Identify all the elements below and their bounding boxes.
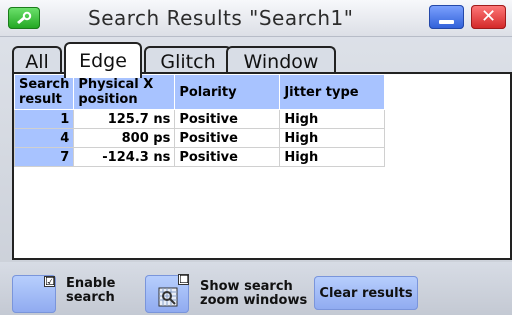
- close-button[interactable]: ✕: [471, 5, 506, 29]
- label-line: zoom windows: [200, 293, 308, 308]
- header-line: Search: [19, 77, 70, 92]
- header-line: Jitter type: [284, 84, 359, 100]
- cell-search-result: 4: [14, 128, 75, 148]
- cell-jitter-type: High: [279, 147, 386, 167]
- close-icon: ✕: [480, 6, 497, 27]
- header-search-result: Search result: [14, 74, 75, 110]
- header-line: result: [19, 92, 62, 107]
- table-row[interactable]: 7 -124.3 ns Positive High: [14, 147, 386, 167]
- cell-search-result: 1: [14, 109, 75, 129]
- results-panel: Search result Physical X position Polari…: [12, 72, 512, 260]
- table-row[interactable]: 1 125.7 ns Positive High: [14, 109, 386, 129]
- enable-search-checkbox[interactable]: ☑: [44, 276, 55, 287]
- wrench-glyph: [17, 11, 32, 24]
- header-line: Physical X: [78, 77, 154, 92]
- results-table: Search result Physical X position Polari…: [14, 74, 386, 167]
- show-zoom-checkbox[interactable]: ☐: [178, 274, 189, 285]
- cell-search-result: 7: [14, 147, 75, 167]
- cell-physical-x-position: -124.3 ns: [73, 147, 176, 167]
- search-results-window: Search Results "Search1" ✕ All Edge Glit…: [0, 0, 512, 315]
- tab-edge[interactable]: Edge: [64, 42, 142, 78]
- cell-polarity: Positive: [174, 109, 281, 129]
- enable-search-label: Enable search: [66, 277, 116, 305]
- header-jitter-type: Jitter type: [279, 74, 386, 110]
- header-polarity: Polarity: [174, 74, 281, 110]
- wrench-icon[interactable]: [8, 7, 40, 29]
- show-zoom-label: Show search zoom windows: [200, 280, 307, 308]
- header-line: Polarity: [179, 84, 237, 100]
- cell-polarity: Positive: [174, 147, 281, 167]
- cell-physical-x-position: 125.7 ns: [73, 109, 176, 129]
- label-line: Enable: [66, 276, 116, 291]
- minimize-icon: [439, 20, 454, 24]
- cell-polarity: Positive: [174, 128, 281, 148]
- header-physical-x-position: Physical X position: [73, 74, 176, 110]
- clear-results-button[interactable]: Clear results: [314, 276, 418, 310]
- title-bar: Search Results "Search1" ✕: [0, 0, 512, 37]
- table-header-row: Search result Physical X position Polari…: [14, 74, 386, 110]
- minimize-button[interactable]: [429, 5, 464, 29]
- window-title: Search Results "Search1": [88, 6, 354, 30]
- header-line: position: [78, 92, 138, 107]
- label-line: search: [66, 290, 115, 305]
- table-row[interactable]: 4 800 ps Positive High: [14, 128, 386, 148]
- cell-jitter-type: High: [279, 109, 386, 129]
- cell-jitter-type: High: [279, 128, 386, 148]
- cell-physical-x-position: 800 ps: [73, 128, 176, 148]
- zoom-window-icon: [158, 287, 178, 307]
- label-line: Show search: [200, 279, 293, 294]
- tab-bar: All Edge Glitch Window: [12, 36, 512, 78]
